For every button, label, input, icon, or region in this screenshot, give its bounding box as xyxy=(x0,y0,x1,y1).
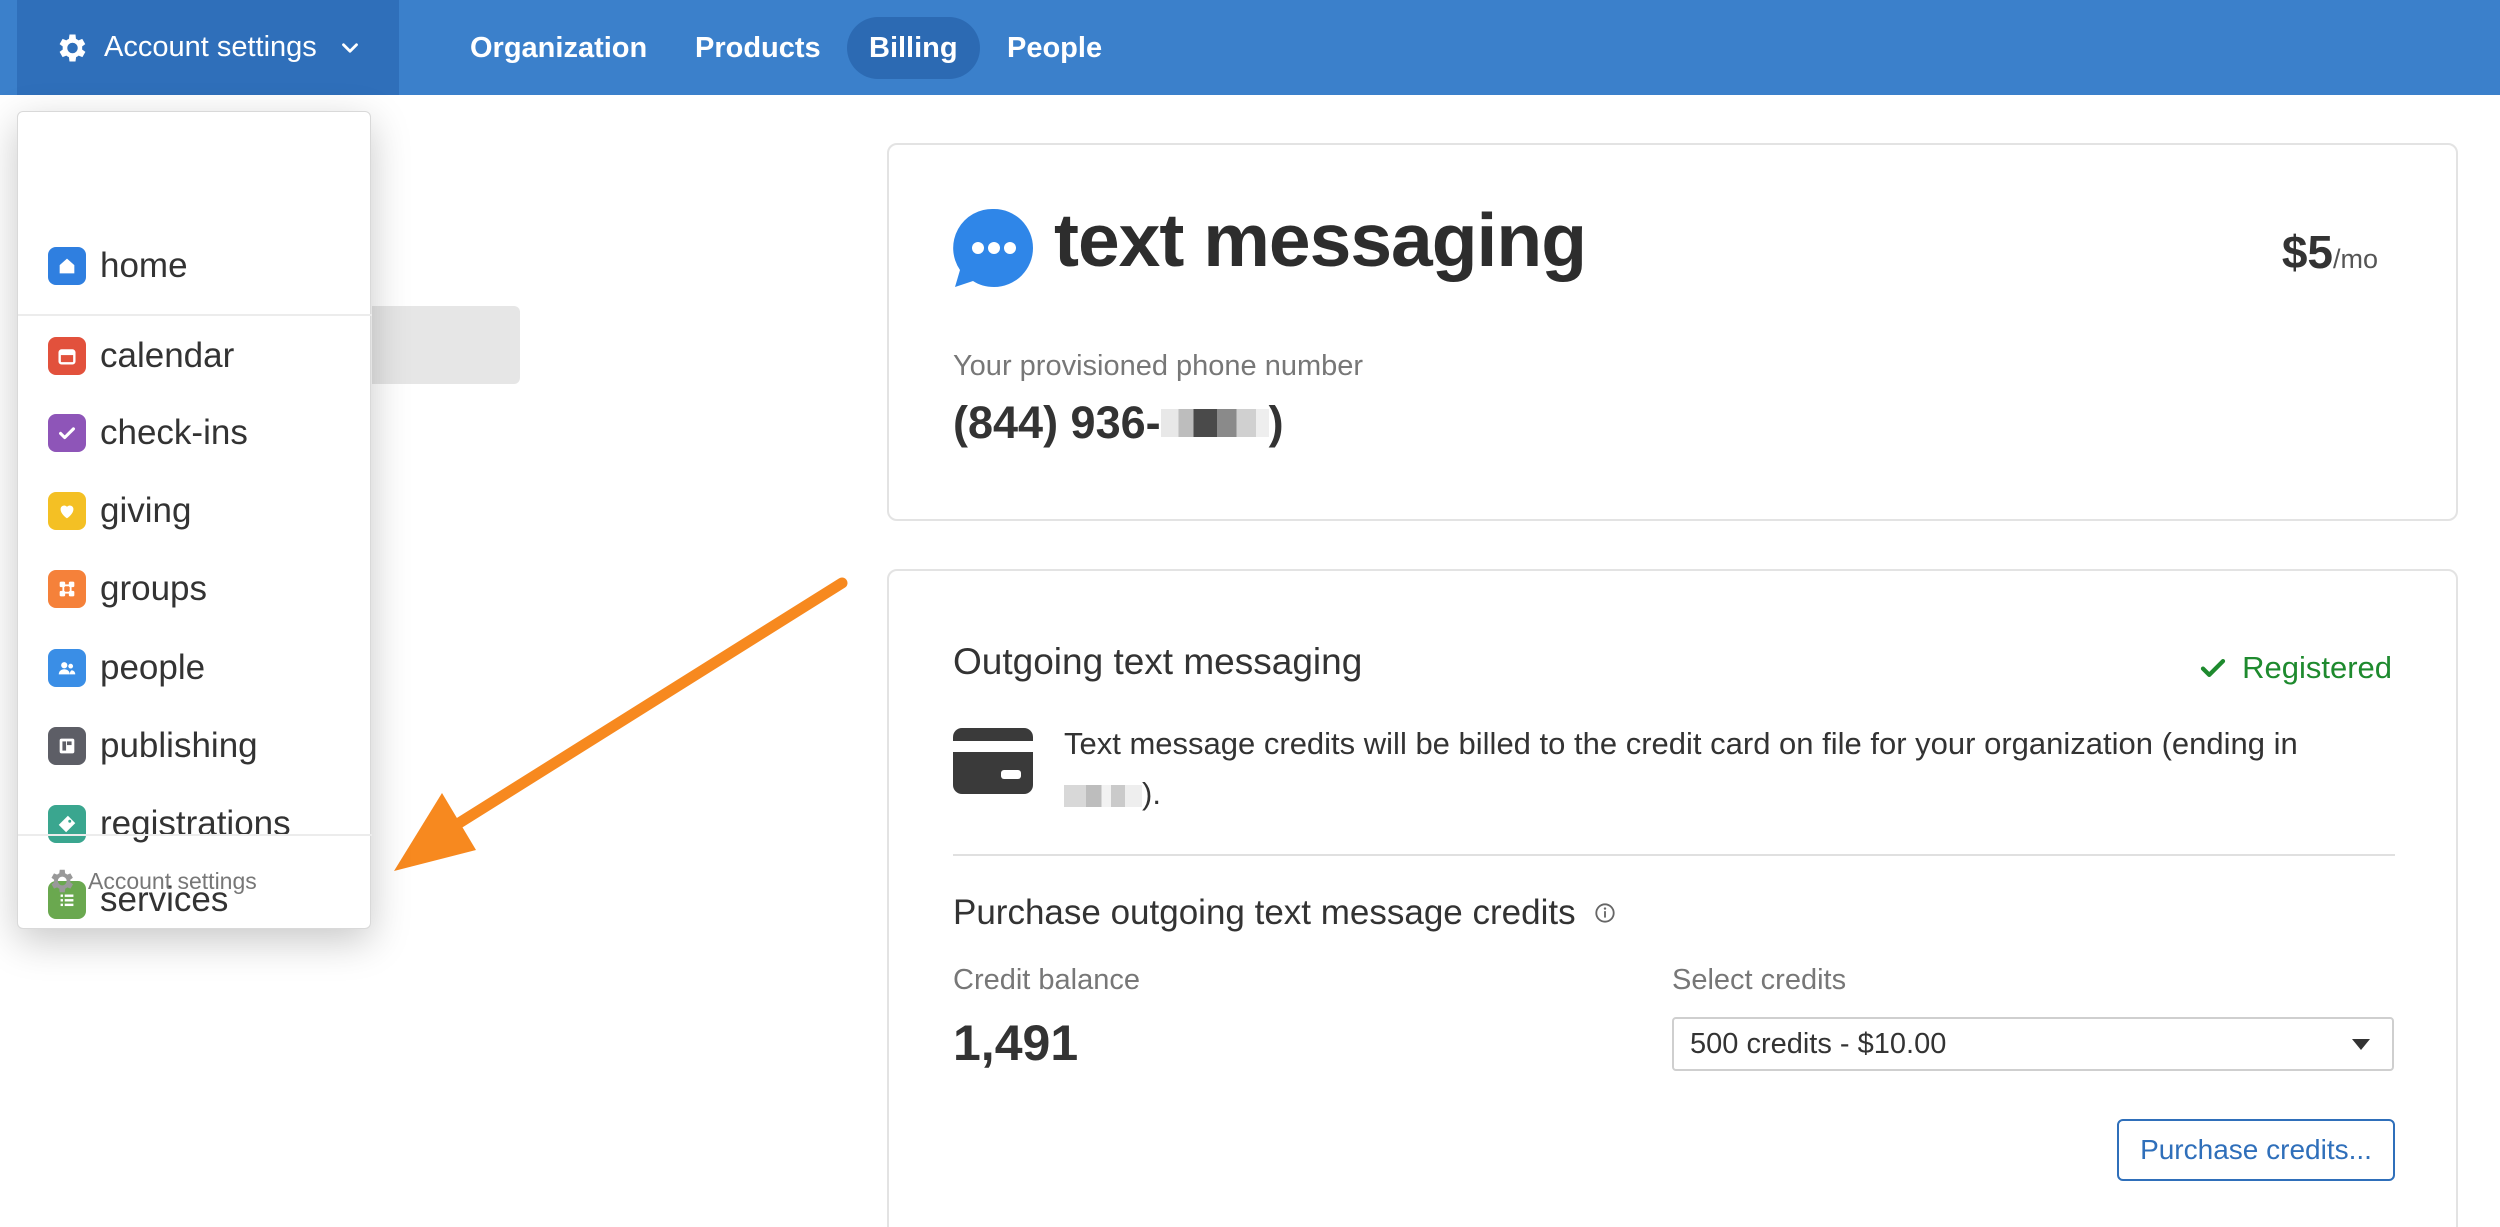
menu-item-home[interactable]: home xyxy=(48,241,188,291)
menu-divider xyxy=(18,834,372,836)
redacted-digits xyxy=(1160,409,1269,437)
menu-item-label: calendar xyxy=(100,336,235,375)
sidebar-selected-placeholder xyxy=(372,306,520,384)
menu-item-label: registrations xyxy=(100,804,291,843)
select-credits-value: 500 credits - $10.00 xyxy=(1690,1027,1947,1060)
account-settings-dropdown-button[interactable]: Account settings xyxy=(17,0,399,95)
section-divider xyxy=(953,854,2395,856)
menu-account-settings-link[interactable]: Account settings xyxy=(46,866,257,896)
heart-icon xyxy=(48,492,86,530)
caret-down-icon xyxy=(2352,1039,2370,1050)
people-icon xyxy=(48,649,86,687)
gear-icon xyxy=(51,869,73,893)
nav-products[interactable]: Products xyxy=(673,17,843,79)
menu-item-calendar[interactable]: calendar xyxy=(48,331,234,381)
menu-footer-label: Account settings xyxy=(88,867,257,894)
chat-bubble-icon xyxy=(953,208,1033,287)
menu-item-label: publishing xyxy=(100,726,258,765)
home-icon xyxy=(48,247,86,285)
registration-status-label: Registered xyxy=(2242,650,2392,685)
menu-item-groups[interactable]: groups xyxy=(48,564,207,614)
menu-item-label: giving xyxy=(100,491,192,530)
billing-text: Text message credits will be billed to t… xyxy=(1064,726,2298,761)
chevron-down-icon xyxy=(341,42,358,53)
menu-item-publishing[interactable]: publishing xyxy=(48,721,258,771)
outgoing-text-messaging-card: Outgoing text messaging Registered Text … xyxy=(887,569,2458,1227)
phone-prefix: (844) 936- xyxy=(953,397,1161,448)
menu-item-giving[interactable]: giving xyxy=(48,486,191,536)
menu-item-label: people xyxy=(100,648,206,687)
annotation-arrow-icon xyxy=(394,577,848,871)
menu-item-label: groups xyxy=(100,569,208,608)
redacted-card-digits xyxy=(1064,784,1142,807)
publishing-icon xyxy=(48,727,86,765)
ticket-icon xyxy=(48,805,86,843)
menu-item-label: home xyxy=(100,246,188,285)
account-settings-label: Account settings xyxy=(104,31,317,63)
provisioned-phone-number: (844) 936- ) xyxy=(953,397,1284,449)
product-title: text messaging xyxy=(1054,198,1587,282)
purchase-credits-heading: Purchase outgoing text message credits xyxy=(953,893,1616,933)
info-icon[interactable] xyxy=(1594,902,1616,924)
top-navigation-bar: Account settings Organization Products B… xyxy=(0,0,2500,95)
nav-billing[interactable]: Billing xyxy=(847,17,980,79)
select-credits-label: Select credits xyxy=(1672,964,1847,996)
checkmark-icon xyxy=(2200,659,2226,677)
calendar-icon xyxy=(48,337,86,375)
billing-text-end: ). xyxy=(1142,776,1161,811)
price-amount: $5 xyxy=(2281,226,2333,278)
credit-balance-value: 1,491 xyxy=(953,1015,1079,1071)
outgoing-section-title: Outgoing text messaging xyxy=(953,641,1363,682)
credit-card-icon xyxy=(953,728,1033,794)
price-period: /mo xyxy=(2332,244,2378,274)
app-switcher-menu: home calendar check-ins giving groups pe… xyxy=(17,111,372,929)
registration-status: Registered xyxy=(2198,650,2392,686)
phone-number-label: Your provisioned phone number xyxy=(953,350,1364,382)
purchase-credits-title: Purchase outgoing text message credits xyxy=(953,893,1576,932)
select-credits-dropdown[interactable]: 500 credits - $10.00 xyxy=(1672,1017,2394,1071)
gear-icon xyxy=(59,34,86,61)
credit-balance-label: Credit balance xyxy=(953,964,1140,996)
menu-item-registrations[interactable]: registrations xyxy=(48,799,291,849)
menu-item-check-ins[interactable]: check-ins xyxy=(48,408,248,458)
nav-people[interactable]: People xyxy=(985,17,1124,79)
menu-item-label: check-ins xyxy=(100,413,248,452)
purchase-credits-button[interactable]: Purchase credits... xyxy=(2117,1119,2395,1181)
check-icon xyxy=(48,414,86,452)
phone-suffix: ) xyxy=(1268,397,1284,448)
product-price: $5/mo xyxy=(2282,225,2378,279)
nav-organization[interactable]: Organization xyxy=(448,17,669,79)
billing-description: Text message credits will be billed to t… xyxy=(1064,719,2414,819)
text-messaging-product-card: text messaging $5/mo Your provisioned ph… xyxy=(887,143,2458,521)
menu-divider xyxy=(18,314,372,316)
groups-icon xyxy=(48,570,86,608)
menu-item-people[interactable]: people xyxy=(48,643,205,693)
